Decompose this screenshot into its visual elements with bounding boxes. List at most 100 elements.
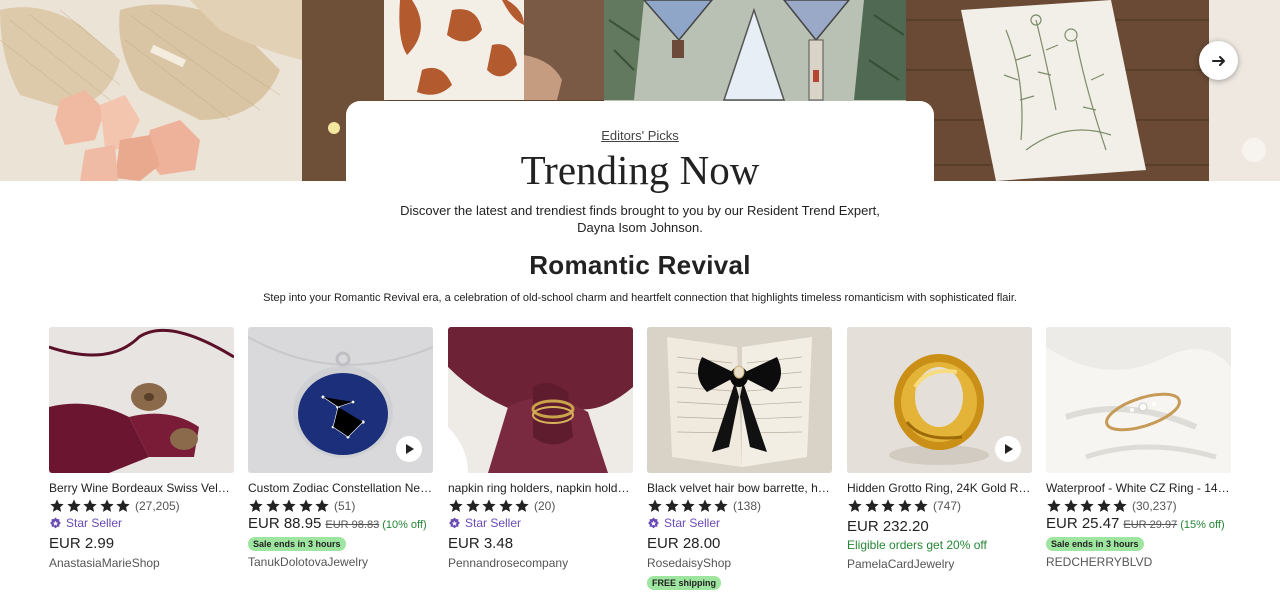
rating-row: (138) [647,498,832,514]
star-seller-label: Star Seller [465,516,522,530]
product-price: EUR 232.20 [847,518,929,535]
product-image[interactable] [49,327,234,473]
original-price: EUR 98.83 [325,519,380,531]
star-seller-icon [449,517,460,528]
star-seller-badge: Star Seller [49,515,234,531]
review-count: (20) [533,499,556,513]
star-icon [299,499,313,512]
star-icon [449,499,463,512]
product-image[interactable] [1046,327,1231,473]
product-price: EUR 2.99 [49,535,115,552]
product-title[interactable]: Berry Wine Bordeaux Swiss Velvet Ribbon [49,481,234,496]
page-title: Trending Now [520,147,760,193]
product-card[interactable]: Berry Wine Bordeaux Swiss Velvet Ribbon … [49,327,234,571]
star-icon [714,499,729,512]
product-price: EUR 25.47 [1046,515,1120,532]
star-icon [1097,499,1111,512]
star-rating [448,498,531,514]
review-count: (27,205) [134,499,180,513]
product-title[interactable]: Waterproof - White CZ Ring - 14K Gold [1046,481,1231,496]
product-card[interactable]: Waterproof - White CZ Ring - 14K Gold (3… [1046,327,1231,570]
velvet-ribbon-illustration [49,327,234,473]
review-count: (138) [732,499,761,513]
product-title[interactable]: Hidden Grotto Ring, 24K Gold Ring [847,481,1032,496]
cz-ring-illustration [1046,327,1231,473]
discount-label: (10% off) [382,519,427,531]
free-shipping-badge: FREE shipping [647,576,721,590]
napkin-ring-illustration [448,327,633,473]
product-image[interactable] [248,327,433,473]
shop-name[interactable]: Pennandrosecompany [448,556,633,571]
star-rating [1046,498,1129,514]
product-image[interactable] [448,327,633,473]
discount-label: (15% off) [1180,519,1225,531]
product-card[interactable]: Custom Zodiac Constellation Necklace (51… [248,327,433,570]
rating-row: (30,237) [1046,498,1231,514]
star-icon [914,499,929,512]
star-icon [482,499,496,512]
product-card[interactable]: Hidden Grotto Ring, 24K Gold Ring (747) … [847,327,1032,572]
product-card[interactable]: napkin ring holders, napkin holders (20)… [448,327,633,571]
product-title[interactable]: Custom Zodiac Constellation Necklace [248,481,433,496]
shop-name[interactable]: AnastasiaMarieShop [49,556,234,571]
shop-name[interactable]: TanukDolotovaJewelry [248,555,433,570]
star-icon [698,499,712,512]
star-seller-icon [648,517,659,528]
star-icon [1047,499,1061,512]
star-rating [647,498,730,514]
editors-picks-link[interactable]: Editors' Picks [601,128,679,143]
arrow-right-icon [1211,55,1225,66]
product-price: EUR 28.00 [647,535,721,552]
star-icon [664,499,679,512]
star-icon [1080,499,1094,512]
star-icon [648,499,662,512]
product-card[interactable]: Black velvet hair bow barrette, hair bow… [647,327,832,591]
price-row: EUR 25.47 EUR 29.97 (15% off) [1046,515,1231,534]
rating-row: (747) [847,498,1032,514]
rating-row: (27,205) [49,498,234,514]
play-video-button[interactable] [396,436,422,462]
price-row: EUR 88.95 EUR 98.83 (10% off) [248,515,433,534]
star-icon [681,499,695,512]
star-icon [282,499,296,512]
star-icon [66,499,81,512]
star-icon [499,499,513,512]
shop-name[interactable]: PamelaCardJewelry [847,557,1032,572]
sale-badge: Sale ends in 3 hours [248,537,346,551]
review-count: (51) [333,499,356,513]
sale-badge: Sale ends in 3 hours [1046,537,1144,551]
star-rating [847,498,930,514]
star-icon [249,499,263,512]
star-icon [864,499,879,512]
shop-name[interactable]: RosedaisyShop [647,556,832,571]
star-icon [898,499,912,512]
star-icon [515,499,530,512]
star-seller-badge: Star Seller [647,515,832,531]
star-icon [50,499,64,512]
star-rating [49,498,132,514]
play-video-button[interactable] [995,436,1021,462]
shop-name[interactable]: REDCHERRYBLVD [1046,555,1231,570]
star-seller-badge: Star Seller [448,515,633,531]
velvet-bow-illustration [647,327,832,473]
section-description: Step into your Romantic Revival era, a c… [263,292,1017,304]
star-seller-icon [50,517,61,528]
play-icon [1005,444,1013,454]
rating-row: (20) [448,498,633,514]
star-icon [265,499,280,512]
product-image[interactable] [847,327,1032,473]
star-icon [100,499,114,512]
original-price: EUR 29.97 [1123,519,1178,531]
carousel-next-button[interactable] [1199,41,1238,80]
star-icon [315,499,330,512]
rating-row: (51) [248,498,433,514]
product-price: EUR 88.95 [248,515,322,532]
review-count: (30,237) [1131,499,1177,513]
product-image[interactable] [647,327,832,473]
product-title[interactable]: Black velvet hair bow barrette, hair bow [647,481,832,496]
section-title: Romantic Revival [529,250,751,280]
star-seller-label: Star Seller [664,516,721,530]
star-icon [116,499,131,512]
hero-description: Discover the latest and trendiest finds … [400,203,880,235]
product-title[interactable]: napkin ring holders, napkin holders [448,481,633,496]
